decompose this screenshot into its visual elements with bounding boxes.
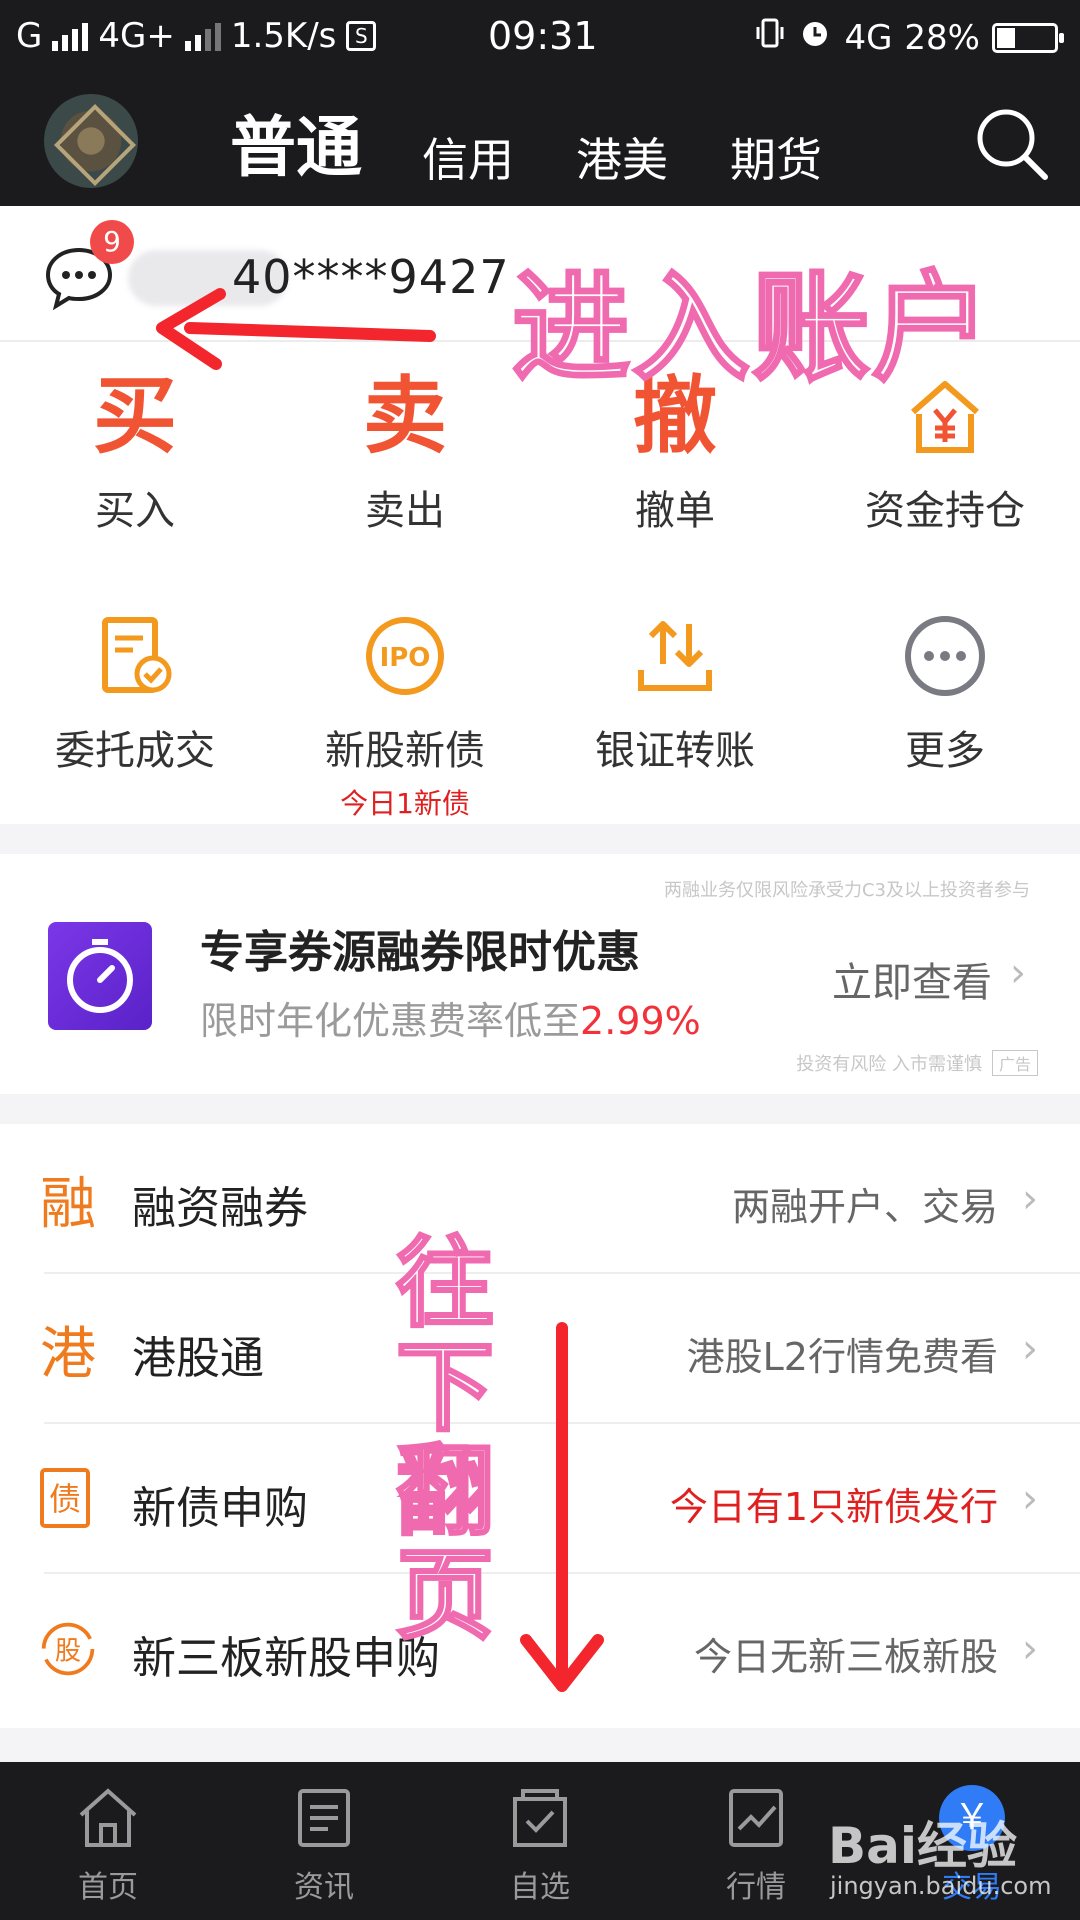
chevron-right-icon: ›: [1022, 1626, 1038, 1672]
tab-normal[interactable]: 普通: [230, 94, 362, 190]
nav-label: 自选: [510, 1870, 570, 1905]
hk-icon-char: 港: [40, 1321, 96, 1387]
grid-item-label: 买入: [95, 488, 175, 534]
list-item-desc: 两融开户、交易: [731, 1185, 998, 1229]
chevron-right-icon: ›: [1022, 1326, 1038, 1372]
transfer-arrows-icon: [540, 608, 810, 704]
home-icon: [0, 1780, 216, 1856]
list-item-desc: 港股L2行情免费看: [686, 1335, 998, 1379]
annotation-enter-account: 进入账户: [510, 258, 993, 399]
tab-futures[interactable]: 期货: [730, 124, 822, 190]
alarm-icon: [798, 16, 832, 59]
hk-icon: 港: [38, 1316, 98, 1387]
ad-tag: 广告: [991, 1050, 1038, 1076]
vibrate-icon: [754, 17, 786, 58]
buy-icon: 买: [92, 367, 177, 465]
battery-percent: 28%: [904, 17, 980, 58]
chevron-right-icon: ›: [1022, 1176, 1038, 1222]
status-bar: G 4G+ 1.5K/s S 09:31 4G 28%: [0, 0, 1080, 76]
nav-watchlist[interactable]: 自选: [432, 1780, 648, 1906]
user-avatar[interactable]: [44, 94, 138, 188]
carrier-label: G: [16, 16, 43, 56]
promo-title: 专享券源融券限时优惠: [200, 927, 640, 978]
app-notification-icon: S: [346, 21, 377, 51]
nav-news[interactable]: 资讯: [216, 1780, 432, 1906]
list-item-title: 融资融券: [132, 1183, 308, 1234]
new-bond-today-note: 今日1新债: [340, 787, 470, 820]
grid-item-more[interactable]: 更多: [810, 608, 1080, 776]
promo-rate: 2.99%: [580, 999, 701, 1043]
signal-icon-2: [184, 21, 221, 51]
account-type-tabs: 普通 信用 港美 期货: [230, 100, 884, 190]
grid-item-label: 委托成交: [55, 728, 215, 774]
chevron-right-icon: ›: [1010, 950, 1026, 996]
ipo-icon-text: IPO: [380, 643, 431, 673]
margin-icon: 融: [38, 1166, 98, 1237]
tab-credit[interactable]: 信用: [422, 124, 514, 190]
network-type-2: 4G: [844, 17, 893, 58]
list-item-title: 新债申购: [132, 1483, 308, 1534]
grid-item-orders[interactable]: 委托成交: [0, 608, 270, 776]
grid-item-label: 卖出: [365, 488, 445, 534]
nav-label: 资讯: [294, 1870, 354, 1905]
signal-icon: [52, 21, 89, 51]
network-speed: 1.5K/s: [230, 16, 337, 56]
arrow-left-annotation: [156, 288, 436, 370]
grid-item-label: 资金持仓: [865, 488, 1025, 534]
promo-subtitle-text: 限时年化优惠费率低至: [200, 999, 581, 1043]
stock-icon-char: 股: [55, 1636, 81, 1666]
promo-banner[interactable]: 两融业务仅限风险承受力C3及以上投资者参与 专享券源融券限时优惠 限时年化优惠费…: [0, 854, 1080, 1094]
stock-cycle-icon: 股: [38, 1616, 98, 1682]
more-dots-icon: [810, 608, 1080, 704]
promo-eligibility-note: 两融业务仅限风险承受力C3及以上投资者参与: [663, 880, 1030, 901]
nav-label: 首页: [78, 1870, 138, 1905]
promo-view-link[interactable]: 立即查看: [832, 950, 992, 1008]
nav-home[interactable]: 首页: [0, 1780, 216, 1906]
list-item-desc: 今日有1只新债发行: [669, 1485, 998, 1529]
annotation-scroll-down: 往下翻页: [394, 1227, 495, 1653]
news-icon: [216, 1780, 432, 1856]
promo-subtitle: 限时年化优惠费率低至2.99%: [200, 990, 701, 1045]
stopwatch-icon: [48, 922, 152, 1030]
document-check-icon: [0, 608, 270, 704]
network-type: 4G+: [98, 16, 175, 56]
baidu-watermark: Bai经验: [828, 1817, 1017, 1875]
grid-item-buy[interactable]: 买 买入: [0, 368, 270, 536]
list-item-margin-trading[interactable]: 融 融资融券 两融开户、交易 ›: [0, 1124, 1080, 1274]
grid-item-label: 撤单: [635, 488, 715, 534]
margin-icon-char: 融: [40, 1171, 96, 1237]
message-badge: 9: [90, 220, 134, 264]
tab-hk-us[interactable]: 港美: [576, 124, 668, 190]
arrow-down-annotation: [520, 1322, 604, 1692]
search-icon[interactable]: [972, 104, 1052, 184]
battery-icon: [992, 22, 1064, 53]
bond-icon-char: 债: [49, 1480, 81, 1518]
sell-icon: 卖: [362, 367, 447, 465]
chevron-right-icon: ›: [1022, 1476, 1038, 1522]
clock: 09:31: [488, 14, 598, 58]
list-item-title: 港股通: [132, 1333, 264, 1384]
watchlist-icon: [432, 1780, 648, 1856]
risk-text: 投资有风险 入市需谨慎: [796, 1054, 982, 1075]
baidu-watermark-url: jingyan.baidu.com: [830, 1872, 1052, 1900]
status-right: 4G 28%: [754, 16, 1064, 59]
grid-item-label: 新股新债: [325, 728, 485, 774]
grid-item-bank-transfer[interactable]: 银证转账: [540, 608, 810, 776]
promo-risk-note: 投资有风险 入市需谨慎 广告: [796, 1050, 1038, 1076]
grid-item-label: 银证转账: [595, 728, 755, 774]
grid-item-label: 更多: [905, 728, 985, 774]
list-item-desc: 今日无新三板新股: [693, 1635, 998, 1679]
function-grid: 买 买入 卖 卖出 撤 撤单 资金持仓 委托成交 IPO 新股新债 今日1新债 …: [0, 342, 1080, 824]
grid-item-sell[interactable]: 卖 卖出: [270, 368, 540, 536]
grid-item-ipo[interactable]: IPO 新股新债 今日1新债: [270, 608, 540, 822]
ipo-icon: IPO: [270, 608, 540, 704]
bond-icon: 债: [38, 1466, 98, 1532]
status-left: G 4G+ 1.5K/s S: [16, 16, 377, 56]
